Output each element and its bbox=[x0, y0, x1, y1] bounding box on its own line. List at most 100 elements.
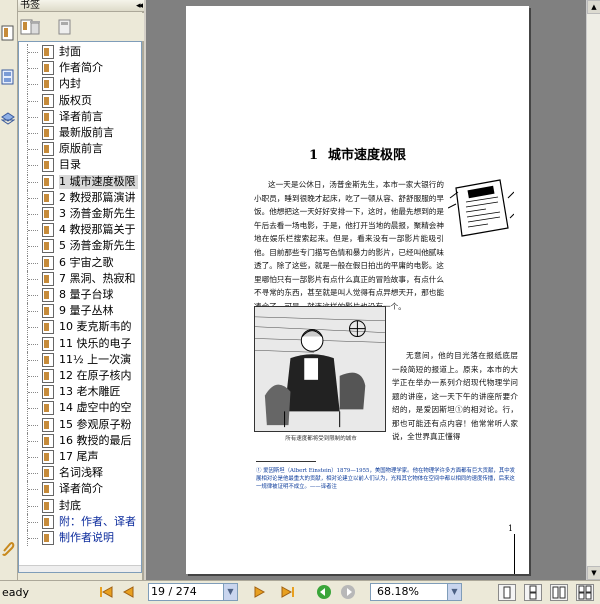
bookmark-item[interactable]: 4 教授那篇关于 bbox=[19, 222, 141, 239]
panel-title: 书签 bbox=[20, 0, 40, 11]
tree-connector bbox=[27, 108, 41, 125]
continuous-facing-icon bbox=[578, 585, 592, 600]
bookmark-item[interactable]: 13 老木雕匠 bbox=[19, 384, 141, 401]
bookmark-item[interactable]: 10 麦克斯韦的 bbox=[19, 319, 141, 336]
bookmark-item[interactable]: 制作者说明 bbox=[19, 530, 141, 546]
bookmark-item[interactable]: 作者简介 bbox=[19, 60, 141, 77]
scroll-down-button[interactable]: ▼ bbox=[587, 566, 600, 580]
bookmark-page-icon bbox=[42, 174, 54, 189]
go-forward-icon[interactable] bbox=[340, 584, 356, 600]
bookmark-item[interactable]: 译者前言 bbox=[19, 108, 141, 125]
chevron-down-icon[interactable]: ▼ bbox=[223, 584, 237, 600]
bookmark-horizontal-scrollbar[interactable] bbox=[19, 565, 141, 572]
continuous-view-button[interactable] bbox=[524, 584, 542, 601]
go-back-icon[interactable] bbox=[316, 584, 332, 600]
attachments-tab-button[interactable] bbox=[0, 538, 18, 560]
status-bar: eady 19 / 274 ▼ 68.18% ▼ bbox=[0, 580, 600, 604]
bookmark-item[interactable]: 原版前言 bbox=[19, 141, 141, 158]
bookmark-page-icon bbox=[42, 482, 54, 497]
bookmark-item[interactable]: 16 教授的最后 bbox=[19, 432, 141, 449]
bookmark-item[interactable]: 5 汤普金斯先生 bbox=[19, 238, 141, 255]
bookmark-item[interactable]: 附：作者、译者 bbox=[19, 513, 141, 530]
document-viewport[interactable]: 1 城市速度极限 这一天是公休日，汤普金斯先生，本市一家大银行的小职员，睡到很晚才… bbox=[146, 0, 600, 580]
status-text: eady bbox=[2, 586, 30, 599]
bookmark-page-icon bbox=[42, 466, 54, 481]
bookmark-label: 最新版前言 bbox=[59, 126, 114, 139]
bookmark-item[interactable]: 7 黑洞、热寂和 bbox=[19, 270, 141, 287]
tree-connector bbox=[27, 351, 41, 368]
continuous-facing-view-button[interactable] bbox=[576, 584, 594, 601]
single-page-view-button[interactable] bbox=[498, 584, 516, 601]
tree-connector bbox=[27, 76, 41, 93]
delete-bookmark-icon[interactable] bbox=[28, 19, 42, 35]
first-page-icon[interactable] bbox=[98, 584, 114, 600]
bookmark-item[interactable]: 版权页 bbox=[19, 92, 141, 109]
bookmark-item[interactable]: 8 量子台球 bbox=[19, 287, 141, 303]
bookmark-item[interactable]: 最新版前言 bbox=[19, 125, 141, 141]
page-number-field[interactable]: 19 / 274 ▼ bbox=[148, 583, 238, 601]
bookmark-label: 14 虚空中的空 bbox=[59, 401, 132, 415]
bookmark-item[interactable]: 14 虚空中的空 bbox=[19, 400, 141, 417]
vertical-scrollbar[interactable]: ▲ ▼ bbox=[586, 0, 600, 580]
last-page-icon[interactable] bbox=[280, 584, 296, 600]
tree-connector bbox=[27, 400, 41, 417]
tree-connector bbox=[27, 335, 41, 352]
bookmark-item[interactable]: 名词浅释 bbox=[19, 465, 141, 482]
bookmark-item[interactable]: 封面 bbox=[19, 44, 141, 60]
bookmark-page-icon bbox=[42, 401, 54, 416]
tree-connector bbox=[27, 206, 41, 222]
layers-tab-button[interactable] bbox=[0, 108, 18, 130]
bookmark-label: 16 教授的最后 bbox=[59, 433, 132, 447]
tree-connector bbox=[27, 44, 41, 60]
bookmark-item[interactable]: 11 快乐的电子 bbox=[19, 335, 141, 352]
bookmark-item[interactable]: 6 宇宙之歌 bbox=[19, 254, 141, 271]
bookmark-label: 9 量子丛林 bbox=[59, 304, 114, 318]
bookmark-page-icon bbox=[42, 271, 54, 286]
bookmark-item[interactable]: 9 量子丛林 bbox=[19, 303, 141, 320]
bookmark-label: 8 量子台球 bbox=[59, 288, 114, 301]
bookmark-icon bbox=[1, 25, 14, 41]
bookmark-item[interactable]: 1 城市速度极限 bbox=[19, 173, 141, 190]
bookmark-properties-icon[interactable] bbox=[58, 19, 72, 35]
bookmark-tree[interactable]: 封面 作者简介 内封 版权页 译者前言 最新版前言原版前言 目录 1 城市速度极限 2 教授那篇… bbox=[18, 41, 142, 573]
footnote-separator bbox=[256, 461, 316, 462]
bookmark-label: 15 参观原子粉 bbox=[59, 417, 132, 431]
bookmark-item[interactable]: 内封 bbox=[19, 76, 141, 93]
tree-connector bbox=[27, 254, 41, 271]
tree-connector bbox=[27, 270, 41, 287]
bookmark-item[interactable]: 2 教授那篇演讲 bbox=[19, 189, 141, 206]
bookmark-item[interactable]: 15 参观原子粉 bbox=[19, 416, 141, 433]
bookmark-label: 附：作者、译者 bbox=[59, 514, 136, 528]
bookmark-item[interactable]: 12 在原子核内 bbox=[19, 368, 141, 384]
zoom-level-field[interactable]: 68.18% ▼ bbox=[370, 583, 462, 601]
facing-view-button[interactable] bbox=[550, 584, 568, 601]
bookmarks-tab-button[interactable] bbox=[0, 22, 18, 44]
bookmark-item[interactable]: 目录 bbox=[19, 157, 141, 174]
paragraph-2: 无意间，他的目光落在报纸底层一段简短的报道上。原来，本市的大学正在举办一系列介绍… bbox=[392, 351, 518, 441]
bookmark-item[interactable]: 译者简介 bbox=[19, 481, 141, 498]
bookmark-item[interactable]: 17 尾声 bbox=[19, 449, 141, 465]
bookmark-page-icon bbox=[42, 369, 54, 383]
page-thumbnails-tab-button[interactable] bbox=[0, 66, 18, 88]
bookmark-label: 作者简介 bbox=[59, 61, 103, 75]
zoom-chevron-down-icon[interactable]: ▼ bbox=[447, 584, 461, 600]
tree-connector bbox=[27, 481, 41, 498]
thumbnails-icon bbox=[1, 69, 14, 85]
page-edge-line bbox=[514, 534, 515, 574]
bookmark-page-icon bbox=[42, 531, 54, 545]
bookmark-page-icon bbox=[42, 223, 54, 238]
facing-pages-icon bbox=[552, 586, 566, 599]
tree-connector bbox=[27, 189, 41, 206]
bookmark-item[interactable]: 封底 bbox=[19, 497, 141, 514]
tree-connector bbox=[27, 384, 41, 401]
navigation-tool-strip bbox=[0, 0, 18, 580]
bookmark-item[interactable]: 3 汤普金斯先生 bbox=[19, 206, 141, 222]
next-page-icon[interactable] bbox=[252, 584, 268, 600]
collapse-panel-button[interactable]: ◂◂ bbox=[136, 0, 143, 12]
previous-page-icon[interactable] bbox=[120, 584, 136, 600]
scroll-up-button[interactable]: ▲ bbox=[587, 0, 600, 14]
pdf-page: 1 城市速度极限 这一天是公休日，汤普金斯先生，本市一家大银行的小职员，睡到很晚才… bbox=[186, 6, 529, 574]
bookmark-item[interactable]: 11½ 上一次演 bbox=[19, 351, 141, 368]
footnote: ① 爱因斯坦（Albert Einstein）1879—1955，美国物理学家。… bbox=[256, 468, 515, 490]
bookmark-page-icon bbox=[42, 336, 54, 351]
